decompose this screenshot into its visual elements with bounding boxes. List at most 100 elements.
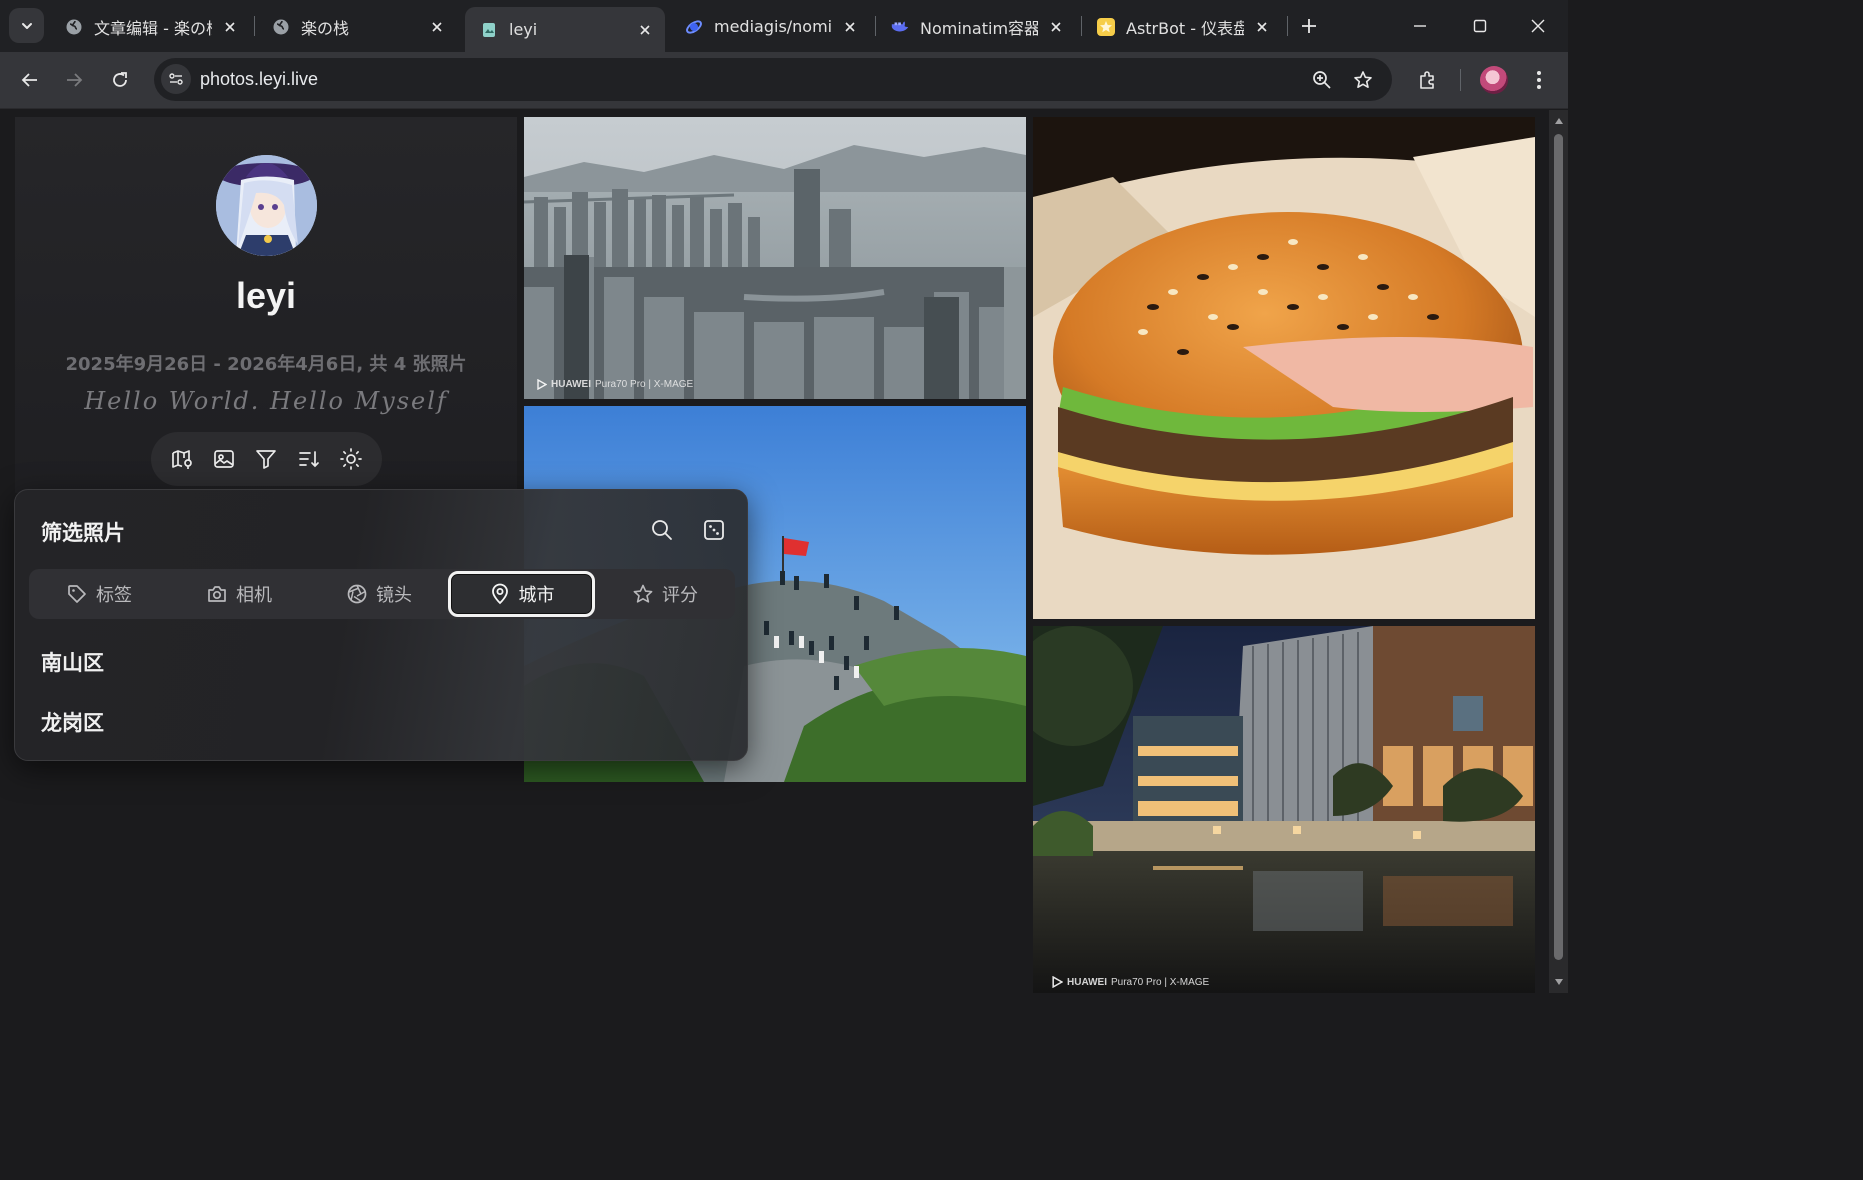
watermark-brand: HUAWEI [1067, 976, 1107, 988]
tab-label: 镜头 [376, 585, 412, 606]
profile-summary: 2025年9月26日 - 2026年4月6日, 共 4 张照片 [65, 354, 467, 375]
profile-card: leyi 2025年9月26日 - 2026年4月6日, 共 4 张照片 Hel… [15, 117, 517, 493]
watermark-model: Pura70 Pro | X-MAGE [1111, 976, 1210, 988]
profile-name: leyi [235, 275, 297, 316]
profile-avatar [216, 155, 317, 256]
scrollbar-thumb[interactable] [1554, 134, 1563, 960]
arrow-left-icon [21, 73, 37, 87]
tune-icon [169, 73, 183, 85]
globe-icon [271, 17, 291, 37]
browser-tab-1[interactable]: 楽の栈 [257, 7, 457, 46]
scroll-down-arrow[interactable] [1553, 976, 1564, 987]
site-info-button[interactable] [161, 64, 191, 94]
browser-tab-2[interactable]: leyi [465, 7, 665, 52]
back-button[interactable] [12, 62, 48, 98]
astrbot-icon [1096, 17, 1116, 37]
bookmark-button[interactable] [1348, 65, 1378, 95]
tab-camera[interactable]: 相机 [169, 569, 309, 619]
sort-button[interactable] [292, 442, 326, 476]
sort-icon [298, 451, 319, 468]
browser-tab-5[interactable]: AstrBot - 仪表盘 [1082, 7, 1282, 46]
photo-watermark: HUAWEI Pura70 Pro | X-MAGE [536, 379, 693, 390]
tab-lens[interactable]: 镜头 [309, 569, 449, 619]
profile-motto: Hello World. Hello Myself [84, 387, 448, 415]
close-tab-icon[interactable] [840, 17, 860, 37]
tab-divider [1287, 16, 1288, 36]
close-icon [1531, 19, 1545, 33]
url-text[interactable]: photos.leyi.live [200, 69, 318, 90]
tab-rating[interactable]: 评分 [595, 569, 735, 619]
reload-button[interactable] [102, 62, 138, 98]
location-pin-icon [491, 583, 508, 605]
image-icon [214, 450, 235, 468]
extensions-button[interactable] [1409, 62, 1445, 98]
theme-toggle-button[interactable] [334, 442, 368, 476]
tab-tags[interactable]: 标签 [29, 569, 169, 619]
tab-strip: 文章编辑 - 楽の栈 楽の栈 leyi mediagis/nominatim N… [0, 0, 1568, 52]
filter-search-button[interactable] [649, 517, 675, 543]
browser-toolbar: photos.leyi.live [0, 52, 1568, 109]
forward-button[interactable] [56, 62, 92, 98]
photo-card-burger[interactable] [1033, 117, 1535, 619]
tab-label: 城市 [518, 585, 555, 606]
random-photo-button[interactable] [701, 517, 727, 543]
profile-avatar-button[interactable] [1480, 66, 1508, 94]
minimize-button[interactable] [1398, 8, 1442, 44]
building-photo [1033, 626, 1535, 993]
tab-label: 相机 [236, 585, 272, 606]
maximize-icon [1473, 19, 1487, 33]
triangle-down-icon [1554, 978, 1563, 985]
more-vert-icon [1537, 71, 1541, 89]
zoom-in-icon [1313, 71, 1331, 89]
filter-panel: 筛选照片 标签 相机 镜头 城市 评分 南山区 龙岗区 [14, 489, 748, 761]
docker-icon [890, 17, 910, 37]
sun-icon [339, 448, 362, 470]
photo-card-building[interactable]: HUAWEI Pura70 Pro | X-MAGE [1033, 626, 1535, 993]
tab-city[interactable]: 城市 [448, 571, 595, 617]
skyline-photo [524, 117, 1026, 399]
filter-button[interactable] [249, 442, 283, 476]
tab-title: Nominatim容器 [920, 18, 1038, 38]
close-tab-icon[interactable] [1252, 17, 1272, 37]
watermark-model: Pura70 Pro | X-MAGE [595, 379, 694, 390]
triangle-up-icon [1554, 117, 1563, 124]
close-tab-icon[interactable] [1046, 17, 1066, 37]
scroll-up-arrow[interactable] [1553, 115, 1564, 126]
close-tab-icon[interactable] [635, 20, 655, 40]
zoom-button[interactable] [1307, 65, 1337, 95]
tab-title: 楽の栈 [301, 18, 350, 38]
tab-title: leyi [509, 20, 538, 39]
map-view-button[interactable] [165, 442, 199, 476]
globe-icon [64, 17, 84, 37]
photo-card-skyline[interactable]: HUAWEI Pura70 Pro | X-MAGE [524, 117, 1026, 399]
page-scrollbar[interactable] [1549, 110, 1568, 993]
star-icon [633, 584, 653, 603]
browser-tab-0[interactable]: 文章编辑 - 楽の栈 [50, 7, 250, 46]
tab-label: 评分 [662, 585, 698, 606]
maximize-button[interactable] [1458, 8, 1502, 44]
tab-search-button[interactable] [9, 8, 44, 43]
browser-tab-3[interactable]: mediagis/nominatim [670, 7, 870, 46]
map-icon [172, 450, 192, 469]
address-bar[interactable]: photos.leyi.live [154, 58, 1392, 101]
close-window-button[interactable] [1516, 8, 1560, 44]
close-tab-icon[interactable] [220, 17, 240, 37]
minimize-icon [1414, 25, 1426, 27]
photo-app-icon [479, 20, 499, 40]
filter-icon [256, 450, 277, 469]
gallery-view-button[interactable] [207, 442, 241, 476]
chevron-down-icon [21, 22, 32, 29]
new-tab-button[interactable] [1295, 12, 1323, 40]
filter-title: 筛选照片 [41, 521, 125, 545]
aperture-icon [347, 584, 367, 604]
toolbar-divider [1460, 69, 1461, 91]
page-content: leyi 2025年9月26日 - 2026年4月6日, 共 4 张照片 Hel… [0, 110, 1549, 993]
tab-title: mediagis/nominatim [714, 17, 832, 36]
close-tab-icon[interactable] [427, 17, 447, 37]
tab-title: AstrBot - 仪表盘 [1126, 18, 1244, 38]
city-option[interactable]: 南山区 [41, 647, 104, 677]
city-option[interactable]: 龙岗区 [41, 707, 104, 737]
play-logo-icon [1052, 976, 1063, 988]
browser-tab-4[interactable]: Nominatim容器 [876, 7, 1076, 46]
menu-button[interactable] [1521, 62, 1557, 98]
